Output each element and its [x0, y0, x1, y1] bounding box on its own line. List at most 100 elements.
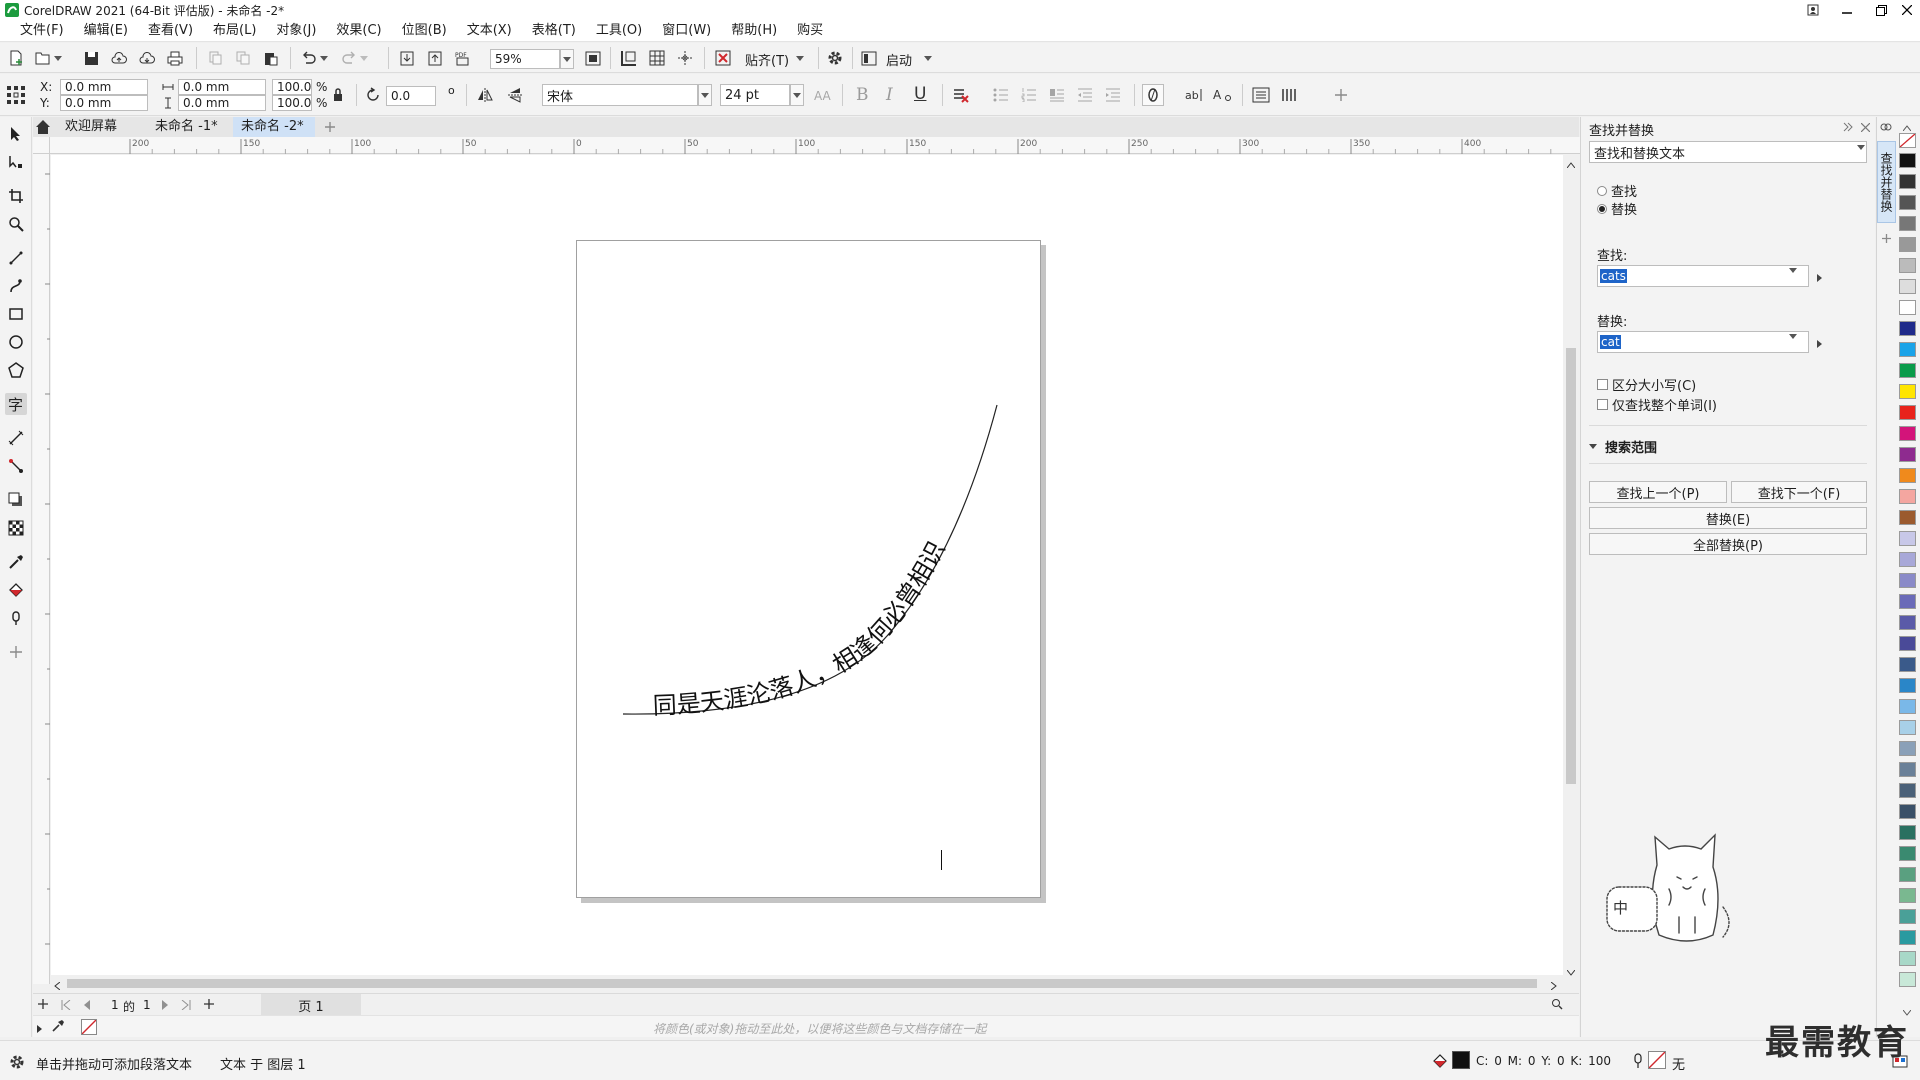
drop-shadow-tool-icon[interactable] [5, 489, 27, 511]
open-dropdown-icon[interactable] [52, 47, 64, 69]
color-swatch[interactable] [1899, 909, 1916, 924]
polygon-tool-icon[interactable] [5, 359, 27, 381]
search-scope-section[interactable]: 搜索范围 [1589, 437, 1657, 456]
color-swatch[interactable] [1899, 426, 1916, 441]
transparency-tool-icon[interactable] [5, 517, 27, 539]
tab-untitled-1[interactable]: 未命名 -1* [147, 117, 226, 137]
palette-expand-icon[interactable] [37, 1022, 43, 1037]
page-tab-1[interactable]: 页 1 [261, 994, 361, 1016]
cloud-upload-icon[interactable] [108, 47, 130, 69]
save-icon[interactable] [80, 47, 102, 69]
mirror-vertical-icon[interactable] [504, 84, 526, 106]
freehand-tool-icon[interactable] [5, 247, 27, 269]
current-page-number[interactable]: 1 [111, 998, 119, 1012]
artistic-media-tool-icon[interactable] [5, 275, 27, 297]
pick-tool-icon[interactable] [5, 123, 27, 145]
smart-fill-tool-icon[interactable] [5, 607, 27, 629]
tab-untitled-2[interactable]: 未命名 -2* [233, 117, 315, 137]
show-grid-icon[interactable] [646, 47, 668, 69]
color-swatch[interactable] [1899, 657, 1916, 672]
color-swatch[interactable] [1899, 930, 1916, 945]
zoom-dropdown-icon[interactable] [560, 49, 574, 69]
color-swatch[interactable] [1899, 825, 1916, 840]
color-swatch[interactable] [1899, 804, 1916, 819]
eyedropper-icon[interactable] [51, 1019, 65, 1037]
find-special-chars-icon[interactable] [1817, 271, 1823, 286]
color-swatch[interactable] [1899, 972, 1916, 987]
menu-edit[interactable]: 编辑(E) [74, 20, 138, 42]
ellipse-tool-icon[interactable] [5, 331, 27, 353]
first-page-icon[interactable] [61, 999, 71, 1014]
glyph-icon[interactable] [1142, 84, 1164, 106]
find-radio-option[interactable]: 查找 [1597, 181, 1637, 200]
previous-page-icon[interactable] [83, 999, 91, 1014]
font-list-input[interactable]: 宋体 [542, 84, 698, 106]
bullet-list-icon[interactable] [990, 84, 1012, 106]
width-input[interactable]: 0.0 mm [178, 79, 266, 95]
find-mode-dropdown-icon[interactable] [1857, 145, 1865, 165]
color-swatch[interactable] [1899, 468, 1916, 483]
color-swatch[interactable] [1899, 321, 1916, 336]
drawing-canvas[interactable]: 同是天涯沦落人，相逢何必曾相识 [51, 155, 1563, 975]
contact-icon[interactable] [1796, 0, 1830, 20]
vertical-scroll-thumb[interactable] [1566, 348, 1576, 784]
bold-button[interactable]: B [856, 85, 869, 105]
color-swatch[interactable] [1899, 615, 1916, 630]
docker-link-icon[interactable] [1880, 121, 1892, 137]
color-swatch[interactable] [1899, 300, 1916, 315]
y-position-input[interactable]: 0.0 mm [60, 95, 148, 111]
menu-object[interactable]: 对象(J) [266, 20, 326, 42]
zoom-level-input[interactable]: 59% [490, 49, 560, 69]
menu-view[interactable]: 查看(V) [138, 20, 203, 42]
status-settings-gear-icon[interactable] [8, 1053, 26, 1075]
decrease-indent-icon[interactable] [1074, 84, 1096, 106]
show-rulers-icon[interactable] [618, 47, 640, 69]
color-swatch[interactable] [1899, 762, 1916, 777]
launch-label[interactable]: 启动 [886, 50, 912, 69]
scroll-left-icon[interactable] [54, 979, 61, 994]
scroll-right-icon[interactable] [1550, 979, 1557, 994]
options-gear-icon[interactable] [824, 47, 846, 69]
find-mode-select[interactable]: 查找和替换文本 [1589, 141, 1867, 163]
add-toolbar-item-icon[interactable] [1330, 84, 1352, 106]
whole-word-checkbox[interactable] [1597, 399, 1608, 410]
color-swatch[interactable] [1899, 258, 1916, 273]
find-radio[interactable] [1597, 185, 1607, 196]
numbered-list-icon[interactable] [1018, 84, 1040, 106]
vertical-ruler[interactable] [33, 154, 50, 984]
horizontal-scrollbar[interactable] [51, 975, 1563, 991]
tab-welcome-screen[interactable]: 欢迎屏幕 [57, 117, 125, 137]
path-text[interactable]: 同是天涯沦落人，相逢何必曾相识 [652, 537, 950, 720]
font-list-dropdown-icon[interactable] [698, 84, 712, 106]
color-swatch[interactable] [1899, 636, 1916, 651]
color-swatch[interactable] [1899, 174, 1916, 189]
open-folder-icon[interactable] [32, 47, 54, 69]
menu-help[interactable]: 帮助(H) [721, 20, 787, 42]
show-guidelines-icon[interactable] [674, 47, 696, 69]
color-swatch[interactable] [1899, 888, 1916, 903]
color-eyedropper-tool-icon[interactable] [5, 551, 27, 573]
color-swatch[interactable] [1899, 741, 1916, 756]
color-swatch[interactable] [1899, 363, 1916, 378]
paste-icon[interactable] [260, 47, 282, 69]
color-swatch[interactable] [1899, 405, 1916, 420]
no-color-swatch[interactable] [81, 1019, 97, 1035]
menu-layout[interactable]: 布局(L) [203, 20, 266, 42]
fill-color-swatch[interactable] [1452, 1051, 1470, 1069]
x-position-input[interactable]: 0.0 mm [60, 79, 148, 95]
font-scale-icon[interactable]: AA [812, 84, 834, 106]
color-swatch[interactable] [1899, 552, 1916, 567]
home-icon[interactable] [35, 119, 51, 135]
docker-collapse-icon[interactable] [1843, 121, 1853, 136]
copy-icon[interactable] [232, 47, 254, 69]
text-properties-icon[interactable]: A [1212, 84, 1234, 106]
color-swatch[interactable] [1899, 846, 1916, 861]
color-swatch[interactable] [1899, 489, 1916, 504]
match-case-option[interactable]: 区分大小写(C) [1597, 375, 1696, 394]
crop-tool-icon[interactable] [5, 185, 27, 207]
replace-text-input[interactable]: cat [1597, 331, 1809, 353]
snap-off-icon[interactable] [712, 47, 734, 69]
ruler-origin-icon[interactable] [33, 137, 50, 154]
close-button[interactable] [1890, 0, 1920, 20]
shape-tool-icon[interactable] [5, 151, 27, 173]
